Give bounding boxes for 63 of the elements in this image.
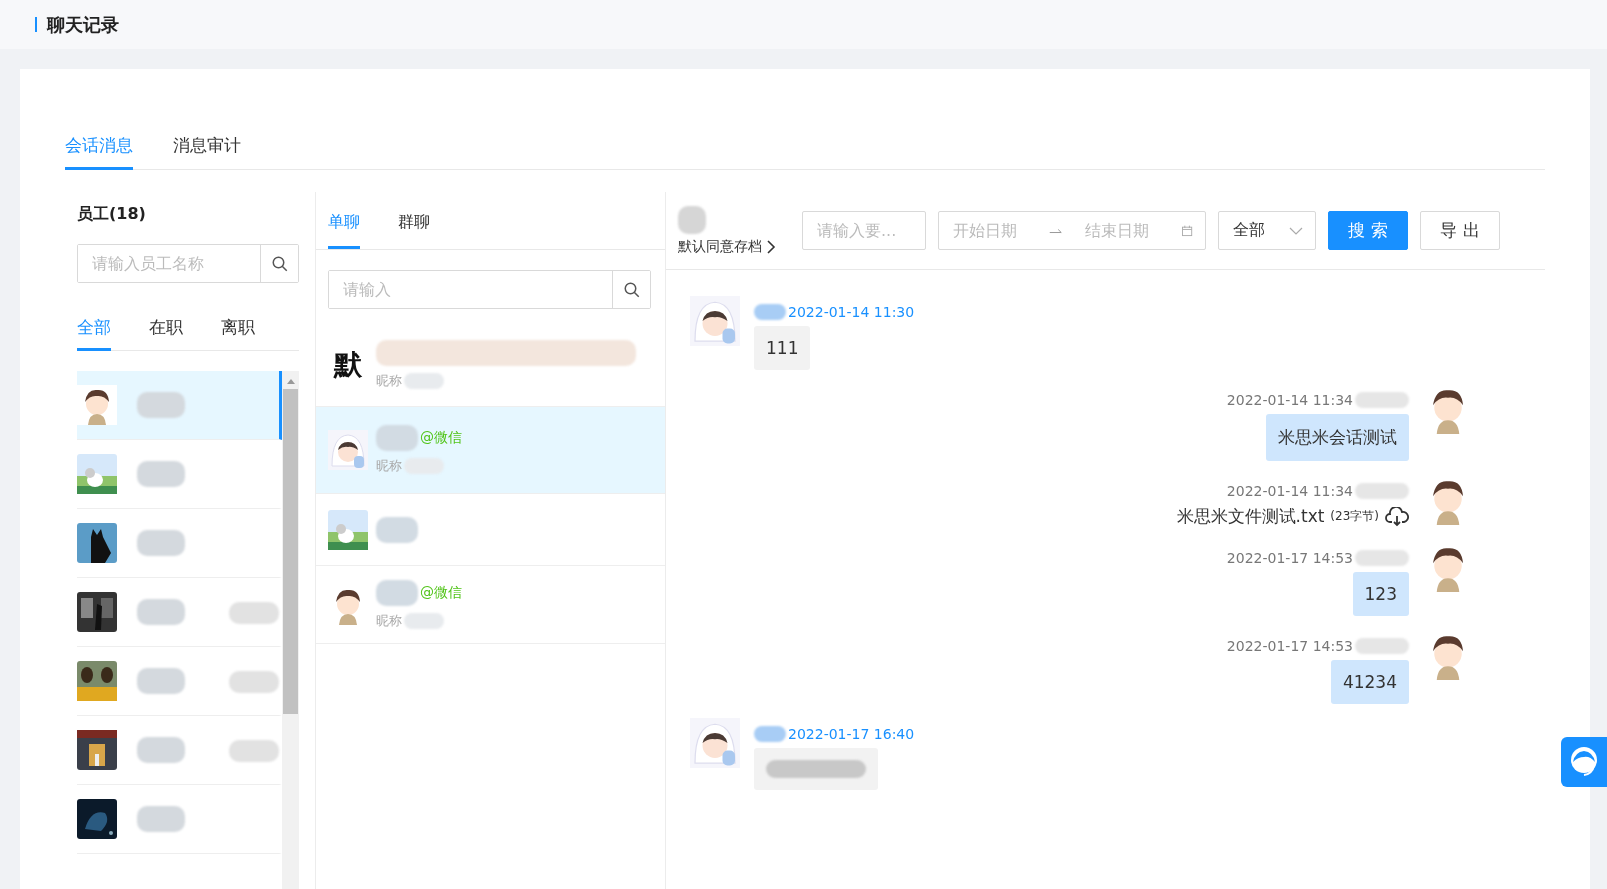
nickname-label: 昵称 xyxy=(376,611,402,630)
chat-type-tab[interactable]: 群聊 xyxy=(398,209,430,249)
file-name: 米思米文件测试.txt xyxy=(1176,505,1325,528)
scrollbar[interactable] xyxy=(282,371,299,889)
message-time: 2022-01-14 11:34 xyxy=(1226,483,1353,499)
blurred-name xyxy=(229,671,279,693)
cartoon-girl-avatar xyxy=(328,430,368,470)
blurred-name xyxy=(137,599,185,625)
search-icon xyxy=(270,254,289,273)
tab[interactable]: 消息审计 xyxy=(173,127,241,170)
message-time: 2022-01-17 16:40 xyxy=(788,726,915,742)
blurred-sender xyxy=(1355,550,1409,566)
export-button[interactable]: 导 出 xyxy=(1420,211,1500,250)
blurred-name xyxy=(137,737,185,763)
message-bubble: 111 xyxy=(754,326,811,370)
filter-tab[interactable]: 离职 xyxy=(221,313,255,351)
search-button[interactable] xyxy=(260,245,298,282)
customer-service-button[interactable] xyxy=(1561,737,1607,787)
blurred-name xyxy=(376,579,418,606)
blurred-name xyxy=(137,530,185,556)
source-label: @微信 xyxy=(420,583,462,602)
blurred-name xyxy=(376,425,418,451)
nickname-label: 昵称 xyxy=(376,371,402,390)
type-select[interactable]: 全部 xyxy=(1218,211,1316,250)
blurred-name xyxy=(137,668,185,694)
filter-tab[interactable]: 在职 xyxy=(149,313,183,351)
cartoon-boy-avatar xyxy=(77,385,117,425)
avatar-glyph: 默 xyxy=(332,346,363,383)
nickname-label: 昵称 xyxy=(376,457,402,475)
blurred-sender xyxy=(754,304,786,320)
blurred-sender xyxy=(1355,483,1409,499)
message-bubble: 米思米会话测试 xyxy=(1266,414,1409,461)
search-button[interactable] xyxy=(612,271,650,308)
search-icon xyxy=(622,280,641,299)
chevron-right-icon xyxy=(766,239,776,254)
chevron-down-icon xyxy=(1289,226,1303,235)
blurred-name xyxy=(137,461,185,487)
cartoon-girl-avatar xyxy=(690,718,740,768)
blurred-sender xyxy=(1355,392,1409,408)
file-size: (23字节) xyxy=(1330,508,1379,525)
conversation-search-field[interactable]: 请输入 xyxy=(328,270,651,309)
source-label: @微信 xyxy=(420,429,462,447)
blurred-name xyxy=(137,392,185,418)
page-title: 聊天记录 xyxy=(47,12,119,37)
employee-count-title: 员工(18) xyxy=(77,204,147,225)
cartoon-girl-avatar xyxy=(690,296,740,346)
archive-link[interactable]: 默认同意存档 xyxy=(678,237,776,256)
message-time: 2022-01-17 14:53 xyxy=(1226,550,1353,566)
blurred-name xyxy=(229,602,279,624)
blurred-name xyxy=(229,740,279,762)
blurred-sender xyxy=(754,726,786,742)
blurred-avatar xyxy=(678,205,706,234)
message-time: 2022-01-14 11:34 xyxy=(1226,392,1353,408)
message-time: 2022-01-17 14:53 xyxy=(1226,638,1353,654)
blurred-name xyxy=(137,806,185,832)
blurred-name xyxy=(376,516,418,543)
cloud-download-icon[interactable] xyxy=(1385,506,1409,527)
message-time: 2022-01-14 11:30 xyxy=(788,304,915,320)
keyword-field[interactable]: 请输入要... xyxy=(802,211,926,250)
message-bubble: 41234 xyxy=(1330,660,1409,704)
blurred-sender xyxy=(1355,638,1409,654)
message-bubble: 123 xyxy=(1352,572,1409,616)
employee-search-field[interactable]: 请输入员工名称 xyxy=(77,244,299,283)
